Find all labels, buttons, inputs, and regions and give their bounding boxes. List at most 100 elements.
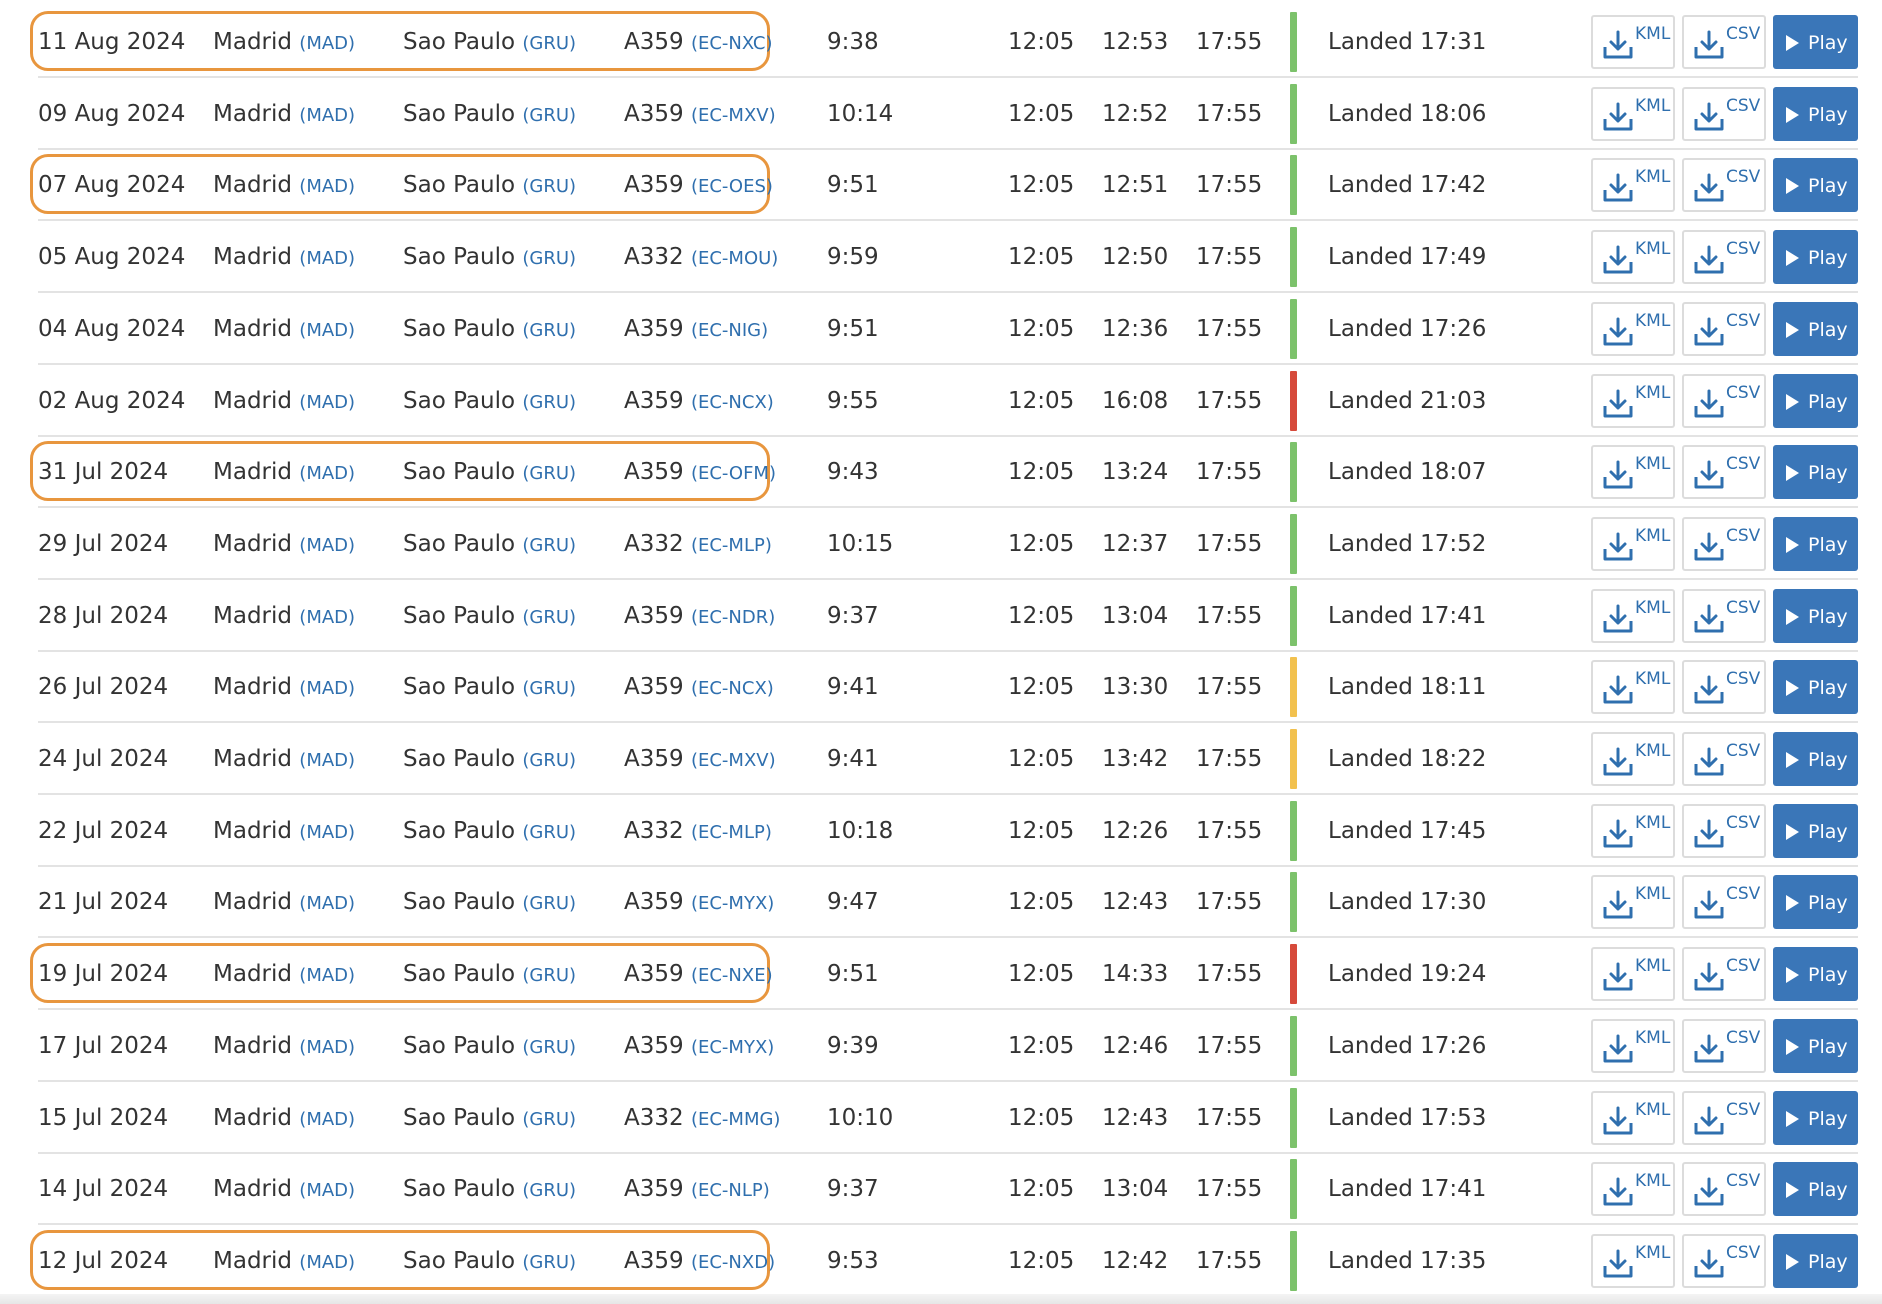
origin-code[interactable]: (MAD)	[299, 1180, 355, 1201]
destination-code[interactable]: (GRU)	[522, 535, 576, 556]
origin-code[interactable]: (MAD)	[299, 248, 355, 269]
aircraft-registration[interactable]: (EC-MMG)	[691, 1109, 781, 1130]
csv-download-button[interactable]: CSV	[1682, 1018, 1766, 1073]
csv-download-button[interactable]: CSV	[1682, 301, 1766, 356]
play-button[interactable]: Play	[1773, 803, 1858, 858]
csv-download-button[interactable]: CSV	[1682, 947, 1766, 1002]
csv-download-button[interactable]: CSV	[1682, 660, 1766, 715]
destination-code[interactable]: (GRU)	[522, 1180, 576, 1201]
kml-download-button[interactable]: KML	[1591, 732, 1675, 786]
aircraft-registration[interactable]: (EC-NXC)	[691, 33, 773, 54]
origin-code[interactable]: (MAD)	[299, 607, 355, 628]
play-button[interactable]: Play	[1773, 373, 1858, 428]
play-button[interactable]: Play	[1773, 516, 1858, 571]
kml-download-button[interactable]: KML	[1591, 516, 1675, 571]
origin-code[interactable]: (MAD)	[299, 176, 355, 197]
play-button[interactable]: Play	[1773, 86, 1858, 141]
aircraft-registration[interactable]: (EC-OFM)	[691, 463, 776, 484]
kml-download-button[interactable]: KML	[1591, 86, 1675, 141]
play-button[interactable]: Play	[1773, 732, 1858, 786]
csv-download-button[interactable]: CSV	[1682, 1090, 1766, 1145]
aircraft-registration[interactable]: (EC-NIG)	[691, 320, 768, 341]
csv-download-button[interactable]: CSV	[1682, 1233, 1766, 1288]
kml-download-button[interactable]: KML	[1591, 660, 1675, 715]
destination-code[interactable]: (GRU)	[522, 248, 576, 269]
aircraft-registration[interactable]: (EC-MOU)	[691, 248, 778, 269]
destination-code[interactable]: (GRU)	[522, 965, 576, 986]
aircraft-registration[interactable]: (EC-MXV)	[691, 750, 776, 771]
kml-download-button[interactable]: KML	[1591, 445, 1675, 500]
aircraft-registration[interactable]: (EC-MLP)	[691, 822, 772, 843]
origin-code[interactable]: (MAD)	[299, 893, 355, 914]
aircraft-registration[interactable]: (EC-MYX)	[691, 893, 774, 914]
csv-download-button[interactable]: CSV	[1682, 732, 1766, 786]
destination-code[interactable]: (GRU)	[522, 463, 576, 484]
csv-download-button[interactable]: CSV	[1682, 373, 1766, 428]
kml-download-button[interactable]: KML	[1591, 301, 1675, 356]
aircraft-registration[interactable]: (EC-NCX)	[691, 392, 774, 413]
destination-code[interactable]: (GRU)	[522, 678, 576, 699]
destination-code[interactable]: (GRU)	[522, 1252, 576, 1273]
origin-code[interactable]: (MAD)	[299, 392, 355, 413]
kml-download-button[interactable]: KML	[1591, 158, 1675, 213]
play-button[interactable]: Play	[1773, 445, 1858, 500]
origin-code[interactable]: (MAD)	[299, 1252, 355, 1273]
play-button[interactable]: Play	[1773, 1233, 1858, 1288]
destination-code[interactable]: (GRU)	[522, 320, 576, 341]
kml-download-button[interactable]: KML	[1591, 15, 1675, 69]
csv-download-button[interactable]: CSV	[1682, 445, 1766, 500]
aircraft-registration[interactable]: (EC-OES)	[691, 176, 773, 197]
csv-download-button[interactable]: CSV	[1682, 516, 1766, 571]
aircraft-registration[interactable]: (EC-NCX)	[691, 678, 774, 699]
kml-download-button[interactable]: KML	[1591, 588, 1675, 643]
aircraft-registration[interactable]: (EC-NLP)	[691, 1180, 770, 1201]
kml-download-button[interactable]: KML	[1591, 875, 1675, 930]
csv-download-button[interactable]: CSV	[1682, 1162, 1766, 1217]
play-button[interactable]: Play	[1773, 301, 1858, 356]
aircraft-registration[interactable]: (EC-NXE)	[691, 965, 773, 986]
csv-download-button[interactable]: CSV	[1682, 15, 1766, 69]
kml-download-button[interactable]: KML	[1591, 1233, 1675, 1288]
kml-download-button[interactable]: KML	[1591, 373, 1675, 428]
kml-download-button[interactable]: KML	[1591, 947, 1675, 1002]
play-button[interactable]: Play	[1773, 158, 1858, 213]
kml-download-button[interactable]: KML	[1591, 1162, 1675, 1217]
csv-download-button[interactable]: CSV	[1682, 86, 1766, 141]
kml-download-button[interactable]: KML	[1591, 803, 1675, 858]
kml-download-button[interactable]: KML	[1591, 1018, 1675, 1073]
aircraft-registration[interactable]: (EC-MLP)	[691, 535, 772, 556]
destination-code[interactable]: (GRU)	[522, 176, 576, 197]
destination-code[interactable]: (GRU)	[522, 893, 576, 914]
play-button[interactable]: Play	[1773, 660, 1858, 715]
kml-download-button[interactable]: KML	[1591, 230, 1675, 285]
aircraft-registration[interactable]: (EC-MYX)	[691, 1037, 774, 1058]
destination-code[interactable]: (GRU)	[522, 1109, 576, 1130]
origin-code[interactable]: (MAD)	[299, 822, 355, 843]
origin-code[interactable]: (MAD)	[299, 33, 355, 54]
origin-code[interactable]: (MAD)	[299, 320, 355, 341]
aircraft-registration[interactable]: (EC-MXV)	[691, 105, 776, 126]
play-button[interactable]: Play	[1773, 15, 1858, 69]
origin-code[interactable]: (MAD)	[299, 750, 355, 771]
play-button[interactable]: Play	[1773, 1162, 1858, 1217]
play-button[interactable]: Play	[1773, 230, 1858, 285]
aircraft-registration[interactable]: (EC-NXD)	[691, 1252, 775, 1273]
play-button[interactable]: Play	[1773, 875, 1858, 930]
csv-download-button[interactable]: CSV	[1682, 875, 1766, 930]
origin-code[interactable]: (MAD)	[299, 678, 355, 699]
play-button[interactable]: Play	[1773, 1090, 1858, 1145]
origin-code[interactable]: (MAD)	[299, 463, 355, 484]
csv-download-button[interactable]: CSV	[1682, 588, 1766, 643]
destination-code[interactable]: (GRU)	[522, 33, 576, 54]
destination-code[interactable]: (GRU)	[522, 750, 576, 771]
origin-code[interactable]: (MAD)	[299, 105, 355, 126]
origin-code[interactable]: (MAD)	[299, 1109, 355, 1130]
destination-code[interactable]: (GRU)	[522, 392, 576, 413]
origin-code[interactable]: (MAD)	[299, 535, 355, 556]
csv-download-button[interactable]: CSV	[1682, 158, 1766, 213]
play-button[interactable]: Play	[1773, 1018, 1858, 1073]
destination-code[interactable]: (GRU)	[522, 1037, 576, 1058]
kml-download-button[interactable]: KML	[1591, 1090, 1675, 1145]
origin-code[interactable]: (MAD)	[299, 1037, 355, 1058]
destination-code[interactable]: (GRU)	[522, 607, 576, 628]
